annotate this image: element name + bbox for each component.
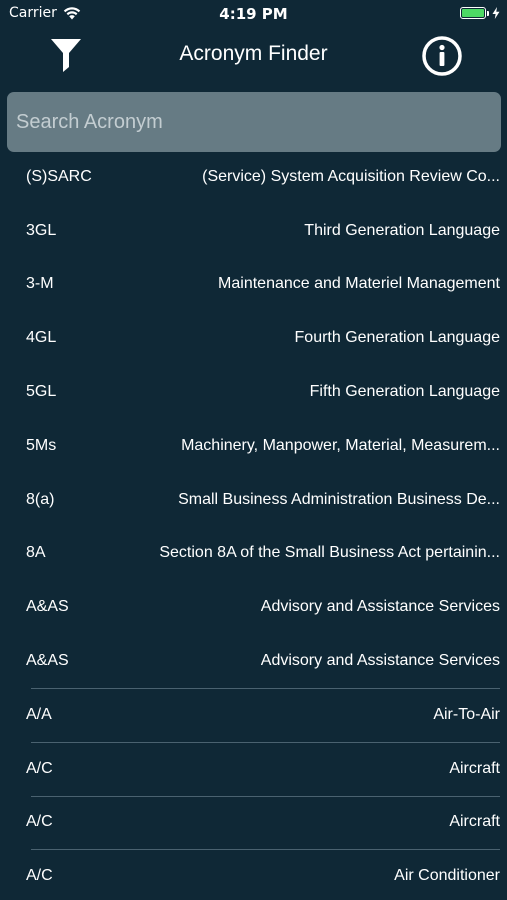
battery-body: [460, 7, 486, 19]
list-item[interactable]: 5Ms Machinery, Manpower, Material, Measur…: [0, 419, 507, 473]
definition-label: Advisory and Assistance Services: [260, 598, 500, 616]
app-screen: Carrier 4:19 PM Acronym Finder Search Ac…: [0, 0, 507, 900]
list-item[interactable]: 8A Section 8A of the Small Business Act p…: [0, 527, 507, 581]
battery-icon: [460, 7, 500, 19]
list-item[interactable]: 5GL Fifth Generation Language: [0, 365, 507, 419]
list-item[interactable]: A/C Air Conditioner: [0, 849, 507, 900]
acronym-label: A&AS: [26, 652, 69, 670]
acronym-label: 4GL: [26, 329, 57, 347]
row-separator: [31, 687, 500, 689]
search-input[interactable]: [7, 92, 501, 152]
definition-label: Air-To-Air: [433, 705, 500, 723]
list-item[interactable]: A&AS Advisory and Assistance Services: [0, 634, 507, 688]
row-separator: [31, 849, 500, 851]
search-bar: [7, 92, 501, 152]
acronym-label: A&AS: [26, 598, 69, 616]
list-item[interactable]: A&AS Advisory and Assistance Services: [0, 580, 507, 634]
acronym-label: 3-M: [26, 275, 54, 293]
status-time: 4:19 PM: [219, 5, 288, 23]
acronym-label: 5GL: [26, 383, 57, 401]
row-separator: [31, 741, 500, 743]
list-item[interactable]: (S)SARC (Service) System Acquisition Revi…: [0, 150, 507, 204]
definition-label: Section 8A of the Small Business Act per…: [159, 544, 500, 562]
status-bar: Carrier 4:19 PM: [0, 0, 507, 28]
definition-label: Small Business Administration Business D…: [178, 490, 500, 508]
acronym-label: A/C: [26, 813, 53, 831]
acronym-list[interactable]: (S)SARC (Service) System Acquisition Revi…: [0, 150, 507, 900]
definition-label: (Service) System Acquisition Review Co..…: [202, 167, 500, 185]
acronym-label: 8(a): [26, 490, 55, 508]
info-icon: [422, 36, 462, 76]
definition-label: Fourth Generation Language: [294, 329, 500, 347]
charging-bolt-icon: [492, 7, 500, 19]
acronym-label: (S)SARC: [26, 167, 92, 185]
info-button[interactable]: [421, 35, 463, 77]
definition-label: Advisory and Assistance Services: [260, 652, 500, 670]
row-separator: [31, 795, 500, 797]
list-item[interactable]: 3GL Third Generation Language: [0, 204, 507, 258]
list-item[interactable]: 4GL Fourth Generation Language: [0, 311, 507, 365]
list-item[interactable]: 8(a) Small Business Administration Busine…: [0, 473, 507, 527]
definition-label: Aircraft: [449, 813, 500, 831]
definition-label: Machinery, Manpower, Material, Measurem.…: [181, 436, 500, 454]
definition-label: Aircraft: [449, 759, 500, 777]
list-item[interactable]: A/C Aircraft: [0, 741, 507, 796]
acronym-label: 5Ms: [26, 436, 57, 454]
list-item[interactable]: A/A Air-To-Air: [0, 687, 507, 742]
acronym-label: A/C: [26, 759, 53, 777]
battery-fill: [462, 9, 484, 17]
battery-cap: [487, 10, 489, 16]
definition-label: Air Conditioner: [394, 867, 500, 885]
definition-label: Maintenance and Materiel Management: [218, 275, 500, 293]
acronym-label: A/C: [26, 867, 53, 885]
list-item[interactable]: A/C Aircraft: [0, 795, 507, 850]
navigation-bar: Acronym Finder: [0, 28, 507, 84]
acronym-label: 3GL: [26, 221, 57, 239]
definition-label: Third Generation Language: [304, 221, 500, 239]
list-item[interactable]: 3-M Maintenance and Materiel Management: [0, 258, 507, 312]
acronym-label: A/A: [26, 705, 52, 723]
acronym-label: 8A: [26, 544, 46, 562]
definition-label: Fifth Generation Language: [309, 383, 500, 401]
